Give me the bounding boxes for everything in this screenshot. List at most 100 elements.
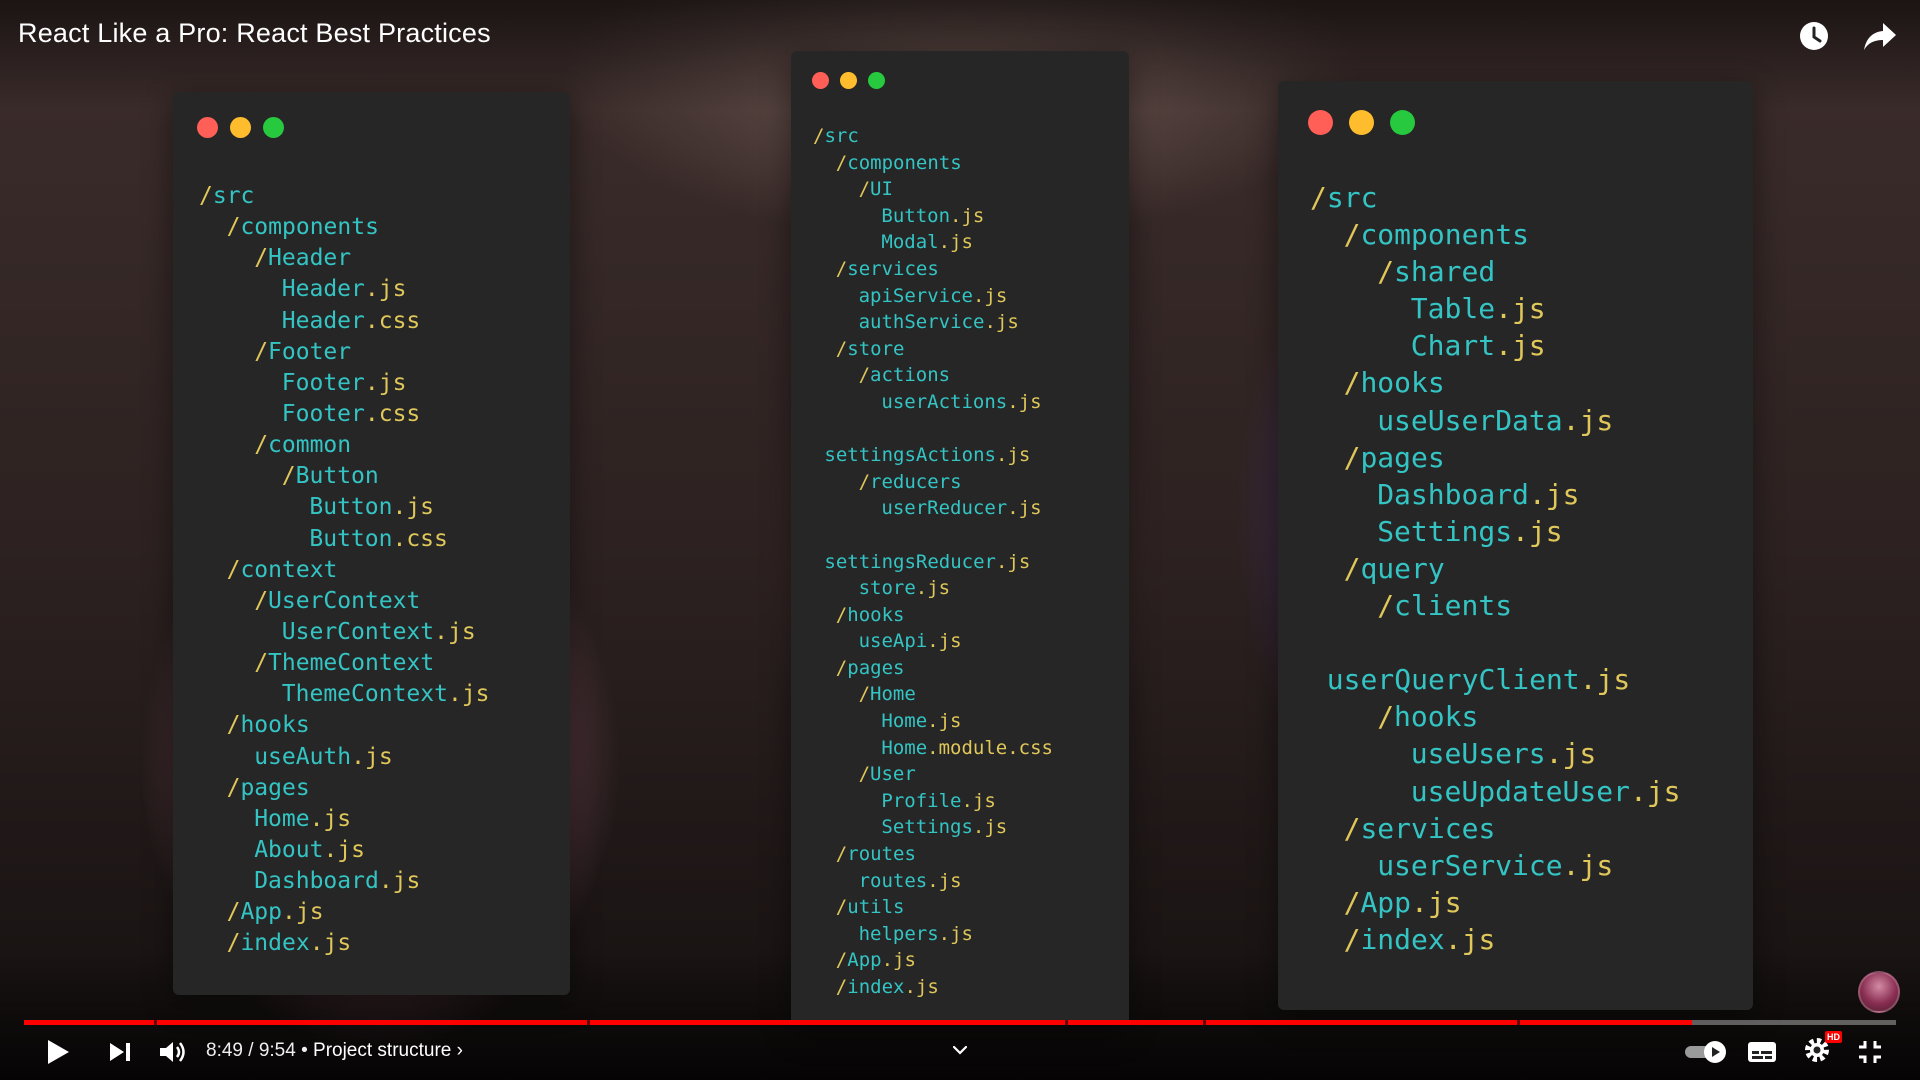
folder-name: hooks — [847, 603, 905, 626]
tree-line: Button.js — [813, 203, 1053, 230]
path-slash: / — [858, 470, 871, 493]
file-name: index — [240, 930, 310, 957]
path-slash: / — [1343, 922, 1361, 956]
file-extension: .js — [1007, 390, 1042, 413]
folder-name: UI — [870, 178, 893, 201]
share-arrow-icon[interactable] — [1862, 18, 1898, 54]
tree-line: Home.module.css — [813, 735, 1053, 762]
path-slash: / — [1377, 589, 1395, 623]
folder-name: hooks — [1360, 366, 1445, 400]
tree-line: settingsActions.js — [813, 442, 1053, 469]
time-display: 8:49 / 9:54 • Project structure › — [206, 1040, 463, 1062]
folder-name: pages — [1360, 440, 1445, 474]
file-extension: .js — [323, 836, 365, 863]
video-player[interactable]: React Like a Pro: React Best Practices /… — [0, 0, 1920, 1080]
settings-button[interactable]: HD — [1797, 1030, 1842, 1072]
chapter-chevron: › — [456, 1040, 463, 1061]
play-button[interactable] — [38, 1032, 78, 1072]
file-name: useUserData — [1377, 403, 1563, 437]
tree-line: /index.js — [813, 974, 1053, 1001]
tree-line: /components — [1310, 216, 1681, 253]
tree-line: Table.js — [1310, 290, 1681, 327]
path-slash: / — [858, 763, 871, 786]
minimize-dot — [230, 117, 251, 138]
chapter-title[interactable]: Project structure › — [313, 1040, 463, 1061]
tree-line: /context — [199, 555, 490, 586]
file-extension: .js — [995, 550, 1031, 573]
file-extension: .js — [881, 949, 916, 972]
folder-name: actions — [870, 364, 951, 387]
folder-name: routes — [847, 843, 916, 866]
path-slash: / — [1343, 218, 1361, 252]
tree-line: /hooks — [1310, 698, 1681, 735]
folder-name: src — [1326, 181, 1378, 214]
tree-line: /src — [199, 181, 490, 212]
tree-line: /hooks — [1310, 364, 1681, 401]
path-slash: / — [1310, 181, 1327, 214]
volume-button[interactable] — [152, 1032, 192, 1072]
video-title[interactable]: React Like a Pro: React Best Practices — [18, 18, 491, 49]
tree-line: About.js — [199, 835, 490, 866]
folder-name: components — [240, 214, 379, 241]
folder-name: ThemeContext — [268, 650, 435, 677]
tree-line: /src — [1310, 179, 1681, 216]
file-extension: .js — [972, 284, 1008, 307]
next-button[interactable] — [100, 1032, 140, 1072]
tree-line: userService.js — [1310, 847, 1681, 884]
folder-name: Header — [268, 245, 352, 272]
path-slash: / — [1343, 366, 1361, 400]
tree-line — [1310, 624, 1681, 661]
folder-name: shared — [1394, 255, 1496, 289]
file-tree: /src/components/Header Header.js Header.cs… — [199, 181, 490, 960]
file-name: routes — [858, 869, 928, 892]
tree-line: authService.js — [813, 309, 1053, 336]
tree-line: Header.css — [199, 306, 490, 337]
chapter-marker — [1065, 1020, 1068, 1025]
tree-line: apiService.js — [813, 283, 1053, 310]
file-extension: .js — [1579, 663, 1631, 697]
code-panel-right: /src/components/shared Table.js Chart.js/h… — [1278, 81, 1753, 1010]
file-extension: .js — [1495, 329, 1546, 363]
tree-line: /App.js — [1310, 884, 1681, 921]
clock-icon[interactable] — [1796, 18, 1832, 54]
tree-line: Modal.js — [813, 229, 1053, 256]
tree-line: useUserData.js — [1310, 402, 1681, 439]
file-name: useUpdateUser — [1410, 774, 1630, 808]
file-name: Modal — [881, 231, 939, 254]
file-extension: .js — [1629, 774, 1681, 808]
tree-line: /services — [1310, 810, 1681, 847]
folder-name: context — [240, 556, 338, 583]
fullscreen-exit-button[interactable] — [1850, 1032, 1890, 1072]
path-slash: / — [835, 976, 848, 998]
subtitles-button[interactable] — [1742, 1032, 1782, 1072]
file-extension: .js — [447, 681, 490, 708]
path-slash: / — [254, 432, 269, 459]
tree-line: /src — [813, 123, 1053, 150]
expand-button[interactable] — [948, 1038, 972, 1067]
file-extension: .js — [1495, 292, 1546, 326]
tree-line — [813, 522, 1053, 549]
path-slash: / — [254, 587, 269, 614]
tree-line: Dashboard.js — [1310, 476, 1681, 513]
autoplay-toggle-icon — [1685, 1041, 1726, 1063]
hd-badge: HD — [1825, 1030, 1842, 1043]
tree-line: /routes — [813, 841, 1053, 868]
tree-line: Footer.css — [199, 399, 490, 430]
path-slash: / — [199, 183, 213, 209]
tree-line: /pages — [813, 655, 1053, 682]
autoplay-toggle[interactable] — [1682, 1032, 1730, 1072]
channel-avatar[interactable] — [1858, 971, 1900, 1013]
path-slash: / — [1343, 551, 1361, 585]
tree-line: useAuth.js — [199, 742, 490, 773]
progress-bar[interactable] — [24, 1020, 1896, 1025]
path-slash: / — [835, 337, 848, 360]
file-tree: /src/components/UI Button.js Modal.js/serv… — [813, 123, 1053, 1001]
tree-line: /services — [813, 256, 1053, 283]
fullscreen-exit-icon — [1859, 1041, 1881, 1063]
path-slash: / — [254, 338, 269, 365]
tree-line: /common — [199, 430, 490, 461]
tree-line: /Footer — [199, 337, 490, 368]
file-extension: .js — [392, 494, 435, 521]
folder-name: common — [268, 432, 352, 459]
chapter-marker — [154, 1020, 157, 1025]
